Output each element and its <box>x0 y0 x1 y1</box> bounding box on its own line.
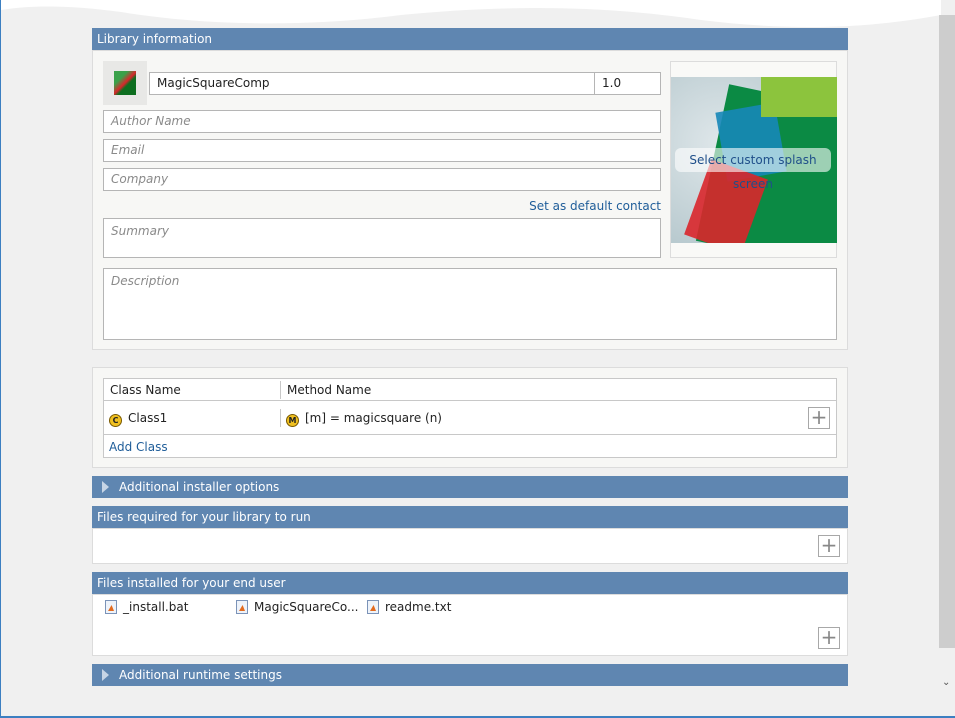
author-name-input[interactable]: Author Name <box>103 110 661 133</box>
class-table: Class Name Method Name C Class1 M [m] = ma… <box>103 378 837 458</box>
column-class-name: Class Name <box>110 383 181 397</box>
scrollbar-thumb[interactable] <box>939 15 955 648</box>
method-icon: M <box>286 414 299 427</box>
description-input[interactable]: Description <box>103 268 837 340</box>
add-required-file-button[interactable]: + <box>818 535 840 557</box>
file-icon <box>236 600 248 614</box>
set-default-contact-link[interactable]: Set as default contact <box>529 199 661 213</box>
company-input[interactable]: Company <box>103 168 661 191</box>
file-item[interactable]: readme.txt <box>367 600 451 614</box>
file-item[interactable]: _install.bat <box>105 600 188 614</box>
version-input[interactable]: 1.0 <box>594 72 661 95</box>
class-name[interactable]: Class1 <box>128 411 167 425</box>
files-installed-panel: + <box>92 594 848 656</box>
expand-icon <box>102 481 109 493</box>
torn-edge-decoration <box>1 0 941 27</box>
library-information-panel: MagicSquareComp 1.0 Author Name Email Co… <box>92 50 848 350</box>
summary-input[interactable]: Summary <box>103 218 661 258</box>
table-header: Class Name Method Name <box>104 379 836 401</box>
add-class-link[interactable]: Add Class <box>109 440 168 454</box>
splash-screen-area[interactable]: Select custom splash screen <box>670 61 837 258</box>
expand-icon <box>102 669 109 681</box>
column-method-name: Method Name <box>287 383 372 397</box>
method-name[interactable]: [m] = magicsquare (n) <box>305 411 442 425</box>
files-required-header: Files required for your library to run <box>92 506 848 528</box>
select-splash-screen-button[interactable]: Select custom splash screen <box>675 148 831 191</box>
window: Library information MagicSquareComp 1.0 … <box>0 0 955 718</box>
class-panel: Class Name Method Name C Class1 M [m] = ma… <box>92 367 848 468</box>
files-required-panel: + <box>92 528 848 564</box>
table-row[interactable]: C Class1 M [m] = magicsquare (n) + <box>104 401 836 435</box>
scroll-down-arrow-icon[interactable]: ⌄ <box>942 677 950 688</box>
library-icon[interactable] <box>103 61 147 105</box>
add-installed-file-button[interactable]: + <box>818 627 840 649</box>
class-icon: C <box>109 414 122 427</box>
installer-options-header[interactable]: Additional installer options <box>92 476 848 498</box>
runtime-settings-header[interactable]: Additional runtime settings <box>92 664 848 686</box>
add-method-button[interactable]: + <box>808 407 830 429</box>
file-icon <box>105 600 117 614</box>
files-installed-header: Files installed for your end user <box>92 572 848 594</box>
email-input[interactable]: Email <box>103 139 661 162</box>
library-information-header: Library information <box>92 28 848 50</box>
file-icon <box>367 600 379 614</box>
file-item[interactable]: MagicSquareCo... <box>236 600 358 614</box>
library-name-input[interactable]: MagicSquareComp <box>149 72 595 95</box>
